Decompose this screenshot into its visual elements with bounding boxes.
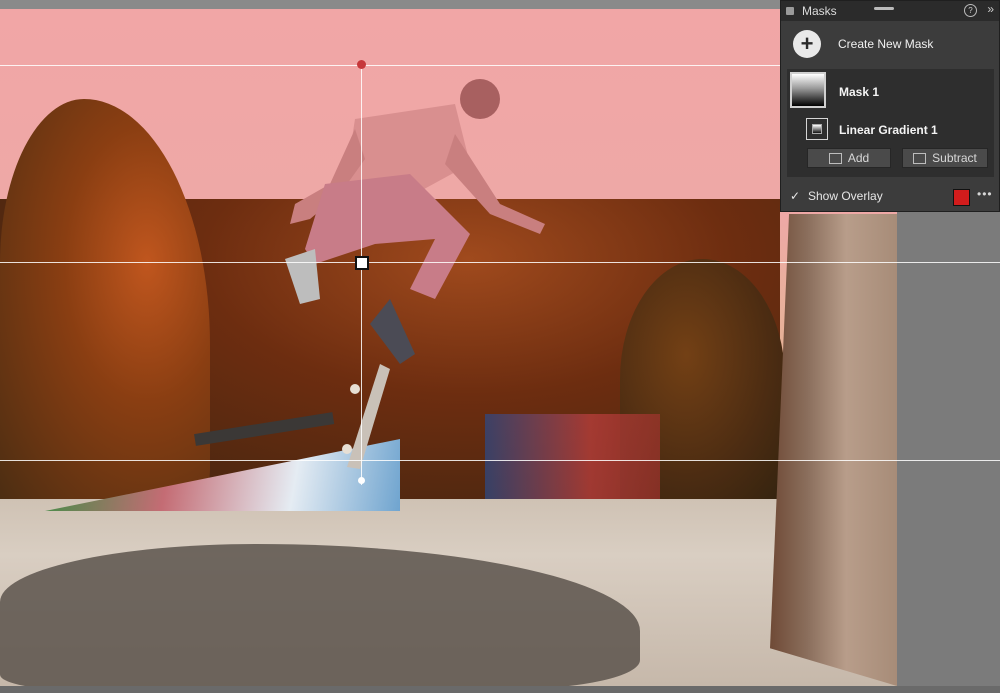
subtract-icon [913, 152, 927, 164]
drag-grip-icon[interactable] [874, 7, 894, 10]
panel-header[interactable]: Masks ? » [781, 1, 999, 21]
concrete-wall [770, 214, 897, 686]
mask-item[interactable]: Mask 1 Linear Gradient 1 Add Subtract [787, 69, 994, 177]
add-icon [828, 152, 842, 164]
show-overlay-row[interactable]: ✓ Show Overlay ••• [781, 185, 999, 207]
gradient-bottom-line[interactable] [0, 460, 1000, 461]
gradient-center-handle[interactable] [355, 256, 369, 270]
gradient-rotate-handle[interactable] [357, 60, 366, 69]
panel-title: Masks [802, 4, 837, 18]
mask-thumbnail[interactable] [790, 72, 826, 108]
gradient-rotation-line[interactable] [361, 65, 362, 485]
panel-menu-icon[interactable] [786, 7, 794, 15]
playground [485, 414, 660, 504]
help-icon[interactable]: ? [964, 4, 977, 17]
skateboard [342, 364, 390, 469]
overlay-color-swatch[interactable] [953, 189, 970, 206]
subtract-button[interactable]: Subtract [902, 148, 988, 168]
skater [285, 79, 545, 364]
expand-icon[interactable]: » [987, 2, 994, 16]
mask-component-name[interactable]: Linear Gradient 1 [839, 123, 938, 137]
create-new-mask-label[interactable]: Create New Mask [838, 37, 933, 51]
create-new-mask-row[interactable]: + Create New Mask [781, 21, 999, 67]
show-overlay-label[interactable]: Show Overlay [808, 189, 883, 203]
photo-canvas[interactable] [0, 9, 897, 686]
linear-gradient-icon[interactable] [806, 118, 828, 140]
bottom-bar [0, 686, 1000, 693]
more-icon[interactable]: ••• [977, 187, 993, 201]
plus-icon[interactable]: + [793, 30, 821, 58]
gradient-center-line[interactable] [0, 262, 1000, 263]
gradient-bottom-handle[interactable] [358, 477, 365, 484]
subtract-label: Subtract [932, 151, 977, 165]
checkbox-icon[interactable]: ✓ [790, 189, 802, 203]
mask-name[interactable]: Mask 1 [839, 85, 879, 99]
add-label: Add [847, 151, 870, 165]
masks-panel: Masks ? » + Create New Mask Mask 1 Linea… [780, 0, 1000, 212]
add-button[interactable]: Add [807, 148, 891, 168]
